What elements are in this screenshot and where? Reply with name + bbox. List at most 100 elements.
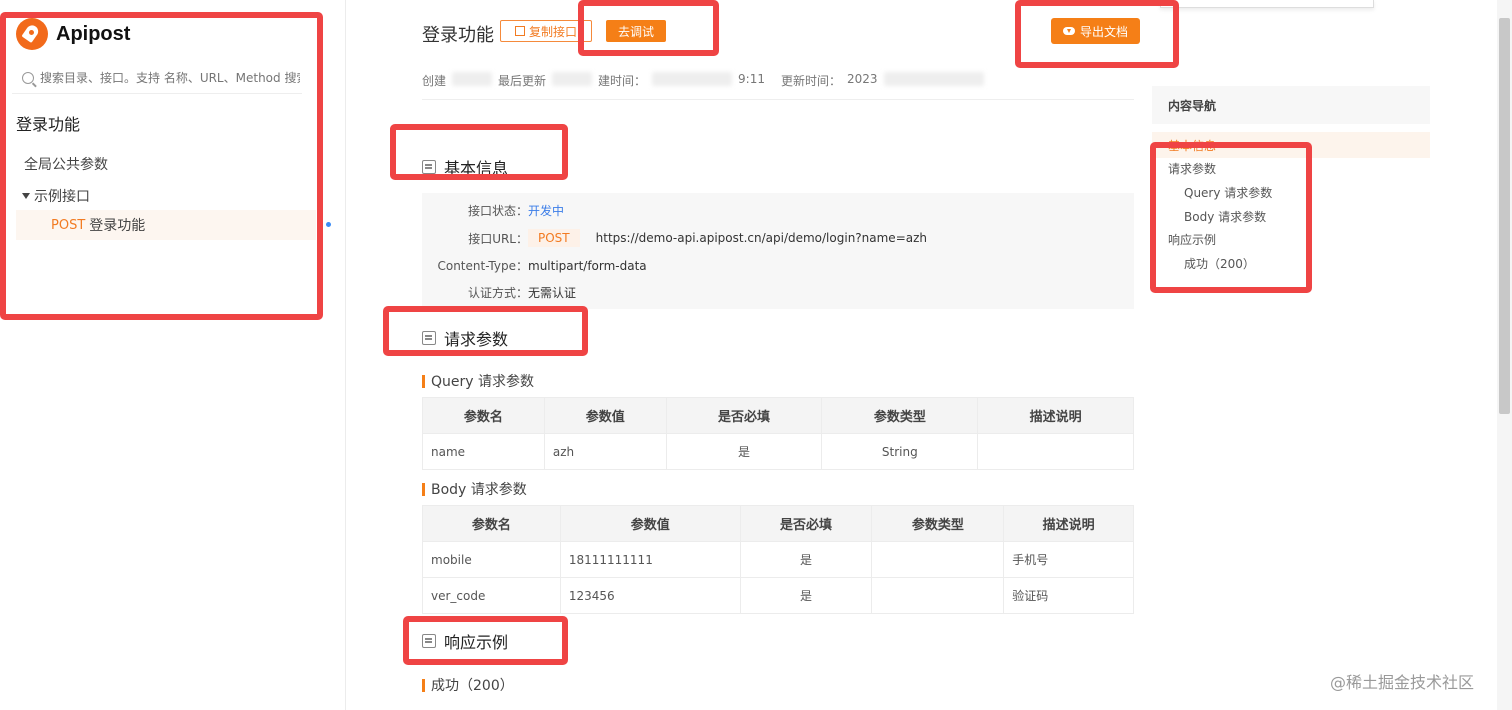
auth-label: 认证方式： [467, 286, 528, 300]
auth-value: 无需认证 [528, 286, 577, 300]
table-cell: 是 [739, 541, 873, 578]
copy-icon [515, 26, 525, 36]
export-doc-label: 导出文档 [1080, 24, 1129, 39]
column-header: 是否必填 [665, 397, 823, 434]
meta-info: 创建 最后更新 建时间： 9:11 更新时间： 2023 [422, 72, 1132, 89]
project-title: 登录功能 [16, 115, 81, 134]
accent-bar [422, 482, 425, 496]
dropdown-edge [1160, 0, 1374, 8]
cloud-download-icon [1063, 27, 1075, 35]
meta-last-updated-label: 最后更新 [498, 74, 547, 88]
meta-created-time-label: 建时间： [598, 74, 647, 88]
app-name: Apipost [56, 22, 131, 45]
section-basic-info: 基本信息 [422, 155, 508, 179]
column-header: 参数类型 [821, 397, 979, 434]
table-header-row: 参数名 参数值 是否必填 参数类型 描述说明 [422, 505, 1134, 542]
info-row-status: 接口状态： 开发中 [422, 202, 1134, 219]
basic-info-box: 接口状态： 开发中 接口URL： POST https://demo-api.a… [422, 193, 1134, 309]
tree-folder-examples[interactable]: 示例接口 [22, 186, 90, 206]
meta-blur [883, 72, 984, 86]
column-header: 是否必填 [739, 505, 873, 542]
table-cell: String [821, 433, 979, 470]
column-header: 参数名 [422, 505, 561, 542]
watermark: @稀土掘金技术社区 [1330, 673, 1475, 692]
nav-item-success-200[interactable]: 成功（200） [1184, 255, 1255, 272]
table-cell: ver_code [422, 577, 561, 614]
search-input[interactable] [40, 70, 300, 85]
document-icon [422, 331, 436, 345]
column-header: 参数值 [543, 397, 667, 434]
url-method-badge: POST [528, 229, 580, 247]
nav-item-body-params[interactable]: Body 请求参数 [1184, 208, 1266, 225]
nav-item-basic-info[interactable]: 基本信息 [1152, 132, 1430, 158]
document-icon [422, 634, 436, 648]
resize-handle[interactable] [326, 222, 331, 227]
url-value[interactable]: https://demo-api.apipost.cn/api/demo/log… [596, 231, 927, 245]
column-header: 描述说明 [1003, 505, 1134, 542]
document-icon [422, 160, 436, 174]
column-header: 参数类型 [871, 505, 1005, 542]
table-cell: azh [543, 433, 667, 470]
folder-label: 示例接口 [34, 189, 90, 205]
query-params-label: Query 请求参数 [431, 374, 534, 390]
nav-item-query-params[interactable]: Query 请求参数 [1184, 184, 1272, 201]
content-type-label: Content-Type： [437, 259, 528, 273]
section-response: 响应示例 [422, 629, 508, 653]
body-params-table: 参数名 参数值 是否必填 参数类型 描述说明 mobile 1811111111… [422, 505, 1134, 614]
table-cell: name [422, 433, 545, 470]
export-doc-button[interactable]: 导出文档 [1051, 18, 1141, 44]
nav-item-response[interactable]: 响应示例 [1168, 231, 1216, 248]
info-row-auth: 认证方式： 无需认证 [422, 284, 1134, 301]
tree-item-global-params[interactable]: 全局公共参数 [24, 154, 108, 174]
response-success-title: 成功（200） [422, 675, 514, 695]
api-name: 登录功能 [89, 218, 146, 234]
accent-bar [422, 374, 425, 388]
search-bar [12, 62, 302, 94]
column-header: 参数名 [422, 397, 545, 434]
info-row-content-type: Content-Type： multipart/form-data [422, 257, 1134, 274]
info-row-url: 接口URL： POST https://demo-api.apipost.cn/… [422, 229, 1134, 247]
table-cell: 是 [665, 433, 823, 470]
table-cell: mobile [422, 541, 561, 578]
method-badge: POST [51, 217, 86, 233]
body-params-title: Body 请求参数 [422, 479, 527, 499]
meta-updated-time-value: 2023 [847, 72, 878, 86]
meta-created-label: 创建 [422, 74, 447, 88]
section-request-params-title: 请求参数 [444, 330, 509, 349]
search-icon [22, 71, 34, 84]
table-cell [871, 577, 1005, 614]
divider [422, 99, 1134, 100]
column-header: 参数值 [559, 505, 741, 542]
debug-button[interactable]: 去调试 [606, 20, 667, 42]
content-type-value: multipart/form-data [528, 258, 647, 273]
url-label: 接口URL： [468, 231, 528, 246]
table-row: name azh 是 String [422, 433, 1134, 470]
query-params-title: Query 请求参数 [422, 371, 534, 391]
caret-down-icon [22, 193, 30, 199]
apipost-logo-icon [16, 18, 48, 50]
section-basic-info-title: 基本信息 [444, 159, 509, 178]
meta-blur [552, 72, 593, 86]
meta-updated-time-label: 更新时间： [781, 74, 842, 88]
meta-blur [452, 72, 493, 86]
table-cell: 是 [739, 577, 873, 614]
table-cell: 123456 [559, 577, 741, 614]
scrollbar-thumb[interactable] [1499, 18, 1510, 414]
tree-item-login-api[interactable]: POST 登录功能 [16, 210, 316, 240]
meta-created-time-tail: 9:11 [738, 72, 765, 86]
table-cell: 验证码 [1003, 577, 1134, 614]
response-success-label: 成功（200） [431, 678, 514, 694]
table-row: ver_code 123456 是 验证码 [422, 577, 1134, 614]
sidebar: Apipost 登录功能 全局公共参数 示例接口 POST 登录功能 [0, 0, 346, 710]
nav-item-request-params[interactable]: 请求参数 [1168, 160, 1216, 177]
copy-api-button[interactable]: 复制接口 [500, 20, 593, 42]
meta-blur [652, 72, 733, 86]
table-cell [871, 541, 1005, 578]
section-response-title: 响应示例 [444, 633, 509, 652]
column-header: 描述说明 [977, 397, 1134, 434]
logo: Apipost [16, 18, 130, 50]
status-label: 接口状态： [467, 204, 528, 218]
table-row: mobile 18111111111 是 手机号 [422, 541, 1134, 578]
table-cell: 手机号 [1003, 541, 1134, 578]
table-header-row: 参数名 参数值 是否必填 参数类型 描述说明 [422, 397, 1134, 434]
